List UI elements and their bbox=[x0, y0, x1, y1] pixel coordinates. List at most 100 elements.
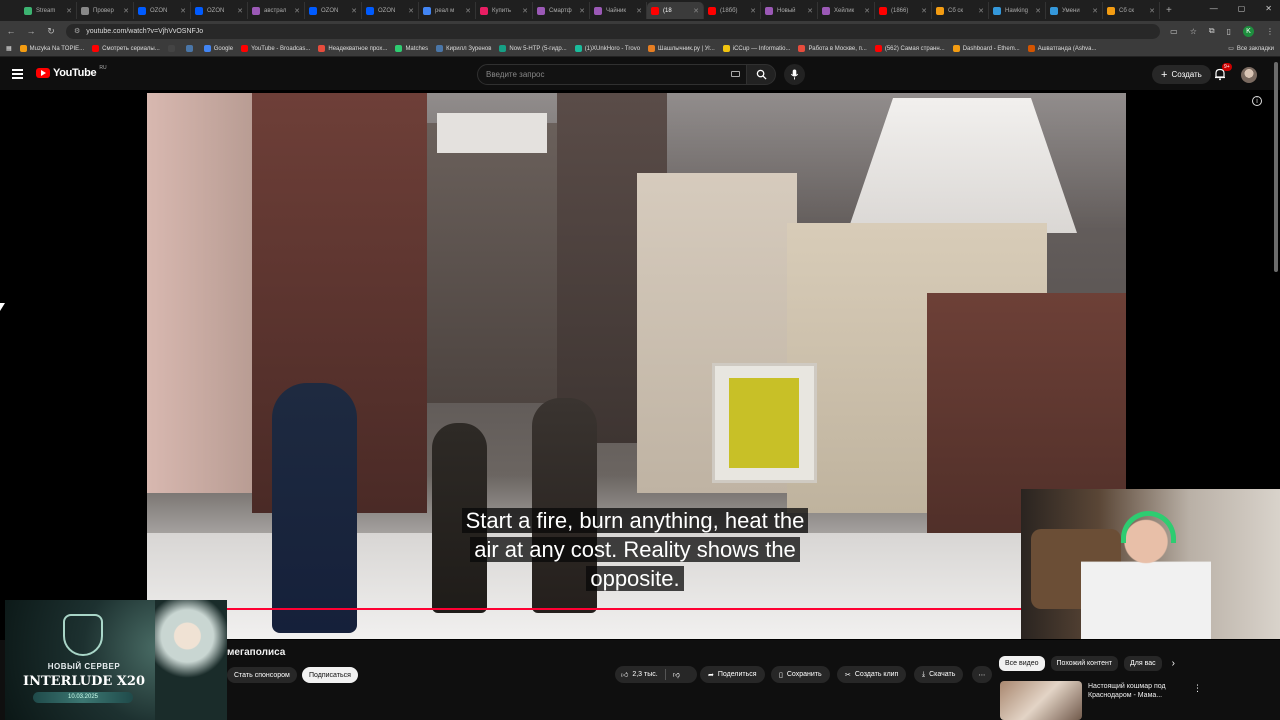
browser-tab[interactable]: реал м ✕ bbox=[419, 2, 476, 19]
sidepanel-icon[interactable]: ▯ bbox=[1227, 27, 1231, 36]
tab-close-icon[interactable]: ✕ bbox=[522, 7, 528, 15]
browser-tab[interactable]: Hawking ✕ bbox=[989, 2, 1046, 19]
recommendation-more-icon[interactable]: ⋮ bbox=[1193, 683, 1202, 694]
recommendation-title[interactable]: Настоящий кошмар под Краснодаром - Мама.… bbox=[1088, 682, 1183, 700]
back-icon[interactable]: ← bbox=[6, 26, 16, 36]
chevron-right-icon[interactable]: › bbox=[1172, 658, 1175, 669]
bookmark-item[interactable]: Работа в Москве, п... bbox=[798, 45, 867, 52]
browser-tab[interactable]: Сб ск ✕ bbox=[1103, 2, 1160, 19]
browser-tab[interactable]: Чайник ✕ bbox=[590, 2, 647, 19]
minimize-icon[interactable]: — bbox=[1210, 4, 1218, 13]
browser-tab[interactable]: Смартф ✕ bbox=[533, 2, 590, 19]
page-scrollbar[interactable] bbox=[1274, 62, 1278, 272]
cast-icon[interactable]: ▭ bbox=[1170, 27, 1178, 36]
share-button[interactable]: ➦ Поделиться bbox=[700, 666, 765, 683]
browser-tab[interactable]: Умени ✕ bbox=[1046, 2, 1103, 19]
tab-close-icon[interactable]: ✕ bbox=[864, 7, 870, 15]
like-button[interactable]: 👍︎ 2,3 тыс. bbox=[621, 670, 658, 679]
reload-icon[interactable]: ↻ bbox=[46, 26, 56, 37]
tab-close-icon[interactable]: ✕ bbox=[1092, 7, 1098, 15]
tab-close-icon[interactable]: ✕ bbox=[807, 7, 813, 15]
browser-tab[interactable]: OZON ✕ bbox=[191, 2, 248, 19]
keyboard-icon[interactable] bbox=[731, 71, 740, 77]
bookmark-item[interactable]: Now 5-HTP (5-гидр... bbox=[499, 45, 567, 52]
tab-close-icon[interactable]: ✕ bbox=[294, 7, 300, 15]
bookmark-item[interactable]: YouTube - Broadcas... bbox=[241, 45, 310, 52]
search-button[interactable] bbox=[746, 64, 776, 85]
video-progress-bar[interactable] bbox=[147, 608, 1021, 610]
bookmark-item[interactable]: Ашватганда (Ashva... bbox=[1027, 45, 1097, 52]
tab-close-icon[interactable]: ✕ bbox=[921, 7, 927, 15]
profile-avatar[interactable]: K bbox=[1243, 25, 1254, 37]
bookmark-item[interactable]: (562) Самая странн... bbox=[874, 45, 945, 52]
forward-icon[interactable]: → bbox=[26, 26, 36, 36]
subscribe-button[interactable]: Подписаться bbox=[302, 667, 358, 683]
tab-close-icon[interactable]: ✕ bbox=[180, 7, 186, 15]
bookmark-star-icon[interactable]: ☆ bbox=[1190, 27, 1197, 36]
bookmark-item[interactable]: Кирилл Зуренов bbox=[436, 45, 491, 52]
tab-close-icon[interactable]: ✕ bbox=[750, 7, 756, 15]
browser-tab[interactable]: OZON ✕ bbox=[362, 2, 419, 19]
bookmark-item[interactable]: Шашлычник.ру | Уг... bbox=[648, 45, 715, 52]
clip-button[interactable]: ✂ Создать клип bbox=[837, 666, 907, 683]
site-info-icon[interactable]: ⚙ bbox=[74, 27, 80, 35]
chip-for-you[interactable]: Для вас bbox=[1124, 656, 1162, 671]
bookmark-item[interactable]: Muzyka Na TOPIE... bbox=[19, 45, 84, 52]
chip-all-videos[interactable]: Все видео bbox=[999, 656, 1045, 671]
ad-banner[interactable]: НОВЫЙ СЕРВЕР INTERLUDE X20 10.03.2025 bbox=[5, 600, 227, 720]
browser-tab[interactable]: (1866) ✕ bbox=[875, 2, 932, 19]
tab-close-icon[interactable]: ✕ bbox=[66, 7, 72, 15]
bookmark-item[interactable] bbox=[167, 45, 178, 52]
tab-close-icon[interactable]: ✕ bbox=[237, 7, 243, 15]
bookmark-item[interactable]: Неадекватное прох... bbox=[318, 45, 387, 52]
close-window-icon[interactable]: ✕ bbox=[1265, 4, 1272, 13]
new-tab-button[interactable]: + bbox=[1166, 5, 1172, 16]
browser-tab[interactable]: Провер ✕ bbox=[77, 2, 134, 19]
bookmark-item[interactable]: Dashboard - Ethem... bbox=[952, 45, 1020, 52]
browser-tab[interactable]: OZON ✕ bbox=[134, 2, 191, 19]
browser-tab[interactable]: Новый ✕ bbox=[761, 2, 818, 19]
url-field[interactable]: ⚙ youtube.com/watch?v=VjhVvOSNFJo bbox=[66, 23, 1161, 39]
tab-close-icon[interactable]: ✕ bbox=[123, 7, 129, 15]
apps-icon[interactable]: ▦ bbox=[6, 45, 12, 52]
voice-search-button[interactable] bbox=[784, 64, 805, 85]
more-actions-button[interactable]: ⋯ bbox=[972, 666, 992, 683]
browser-tab[interactable]: Хейлик ✕ bbox=[818, 2, 875, 19]
browser-tab[interactable]: Stream ✕ bbox=[20, 2, 77, 19]
save-button[interactable]: ▯ Сохранить bbox=[771, 666, 830, 683]
create-button[interactable]: + Создать bbox=[1152, 65, 1211, 84]
browser-tab[interactable]: (18бб) ✕ bbox=[704, 2, 761, 19]
browser-tab[interactable]: OZON ✕ bbox=[305, 2, 362, 19]
thumbs-down-icon[interactable]: 👎︎ bbox=[673, 670, 680, 679]
maximize-icon[interactable]: ▢ bbox=[1238, 4, 1246, 13]
bookmark-item[interactable]: Google bbox=[203, 45, 233, 52]
bookmark-item[interactable]: iCCup — Informatio... bbox=[722, 45, 790, 52]
browser-tab[interactable]: австрал ✕ bbox=[248, 2, 305, 19]
browser-tab[interactable]: Сб ск ✕ bbox=[932, 2, 989, 19]
youtube-logo[interactable]: YouTube RU bbox=[36, 65, 107, 79]
extensions-icon[interactable]: ⧉ bbox=[1209, 26, 1215, 36]
browser-menu-icon[interactable]: ⋮ bbox=[1266, 27, 1274, 36]
tab-close-icon[interactable]: ✕ bbox=[465, 7, 471, 15]
tab-close-icon[interactable]: ✕ bbox=[693, 7, 699, 15]
chip-similar-content[interactable]: Похожий контент bbox=[1050, 656, 1119, 671]
download-button[interactable]: ⤓ Скачать bbox=[914, 666, 964, 683]
sponsor-button[interactable]: Стать спонсором bbox=[227, 667, 297, 683]
tab-close-icon[interactable]: ✕ bbox=[408, 7, 414, 15]
tab-close-icon[interactable]: ✕ bbox=[978, 7, 984, 15]
bookmark-item[interactable] bbox=[185, 45, 196, 52]
all-bookmarks[interactable]: ▭ Все закладки bbox=[1228, 45, 1274, 53]
hamburger-menu-icon[interactable] bbox=[12, 69, 23, 79]
browser-tab[interactable]: (18 ✕ bbox=[647, 2, 704, 19]
recommendation-thumbnail[interactable] bbox=[1000, 681, 1082, 720]
tab-close-icon[interactable]: ✕ bbox=[351, 7, 357, 15]
bookmark-item[interactable]: Смотреть сериалы... bbox=[92, 45, 160, 52]
info-icon[interactable]: i bbox=[1252, 96, 1262, 106]
bookmark-item[interactable]: (1)XUnkHoro - Trovo bbox=[574, 45, 640, 52]
bookmark-item[interactable]: Matches bbox=[395, 45, 428, 52]
tab-close-icon[interactable]: ✕ bbox=[1149, 7, 1155, 15]
tab-close-icon[interactable]: ✕ bbox=[579, 7, 585, 15]
tab-close-icon[interactable]: ✕ bbox=[1035, 7, 1041, 15]
search-input[interactable]: Введите запрос bbox=[477, 64, 747, 85]
account-avatar[interactable] bbox=[1241, 67, 1257, 83]
